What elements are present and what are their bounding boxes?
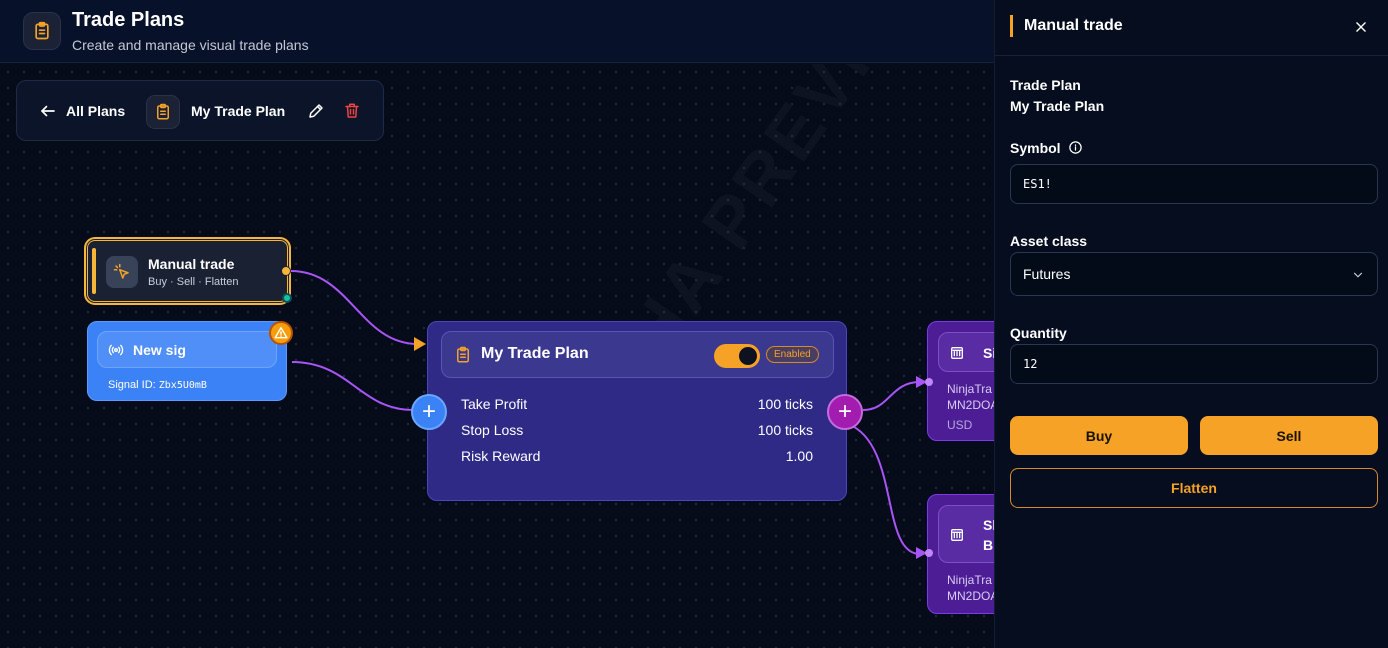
info-icon[interactable] — [1068, 140, 1083, 155]
status-badge: Enabled — [766, 346, 819, 363]
asset-class-value: Futures — [1023, 266, 1071, 282]
panel-title: Manual trade — [1024, 17, 1123, 34]
edge-plan-to-account-1 — [862, 381, 921, 411]
signal-node[interactable]: New sig Signal ID: Zbx5U0mB — [87, 321, 287, 401]
warning-icon[interactable] — [269, 321, 293, 345]
broadcast-icon — [108, 344, 124, 356]
plan-name: My Trade Plan — [191, 103, 286, 119]
trade-plan-node-header: My Trade Plan Enabled — [441, 331, 834, 378]
signal-id: Signal ID: Zbx5U0mB — [108, 379, 207, 391]
signal-node-header: New sig — [97, 331, 277, 368]
signal-id-value: Zbx5U0mB — [158, 380, 207, 391]
signal-output-handle[interactable] — [282, 293, 292, 303]
page-subtitle: Create and manage visual trade plans — [72, 37, 309, 53]
account-input-handle[interactable] — [925, 378, 933, 386]
plan-enabled-toggle[interactable] — [714, 344, 760, 368]
stat-label: Risk Reward — [461, 448, 541, 464]
node-accent-bar — [92, 248, 96, 294]
clipboard-icon — [23, 12, 61, 50]
account-broker: NinjaTra — [947, 382, 992, 396]
close-icon[interactable] — [1354, 20, 1368, 34]
pencil-icon[interactable] — [307, 102, 325, 120]
bank-icon — [951, 347, 963, 359]
edge-arrow-manual — [414, 337, 426, 351]
add-output-button[interactable]: + — [827, 394, 863, 430]
clipboard-icon — [457, 346, 469, 363]
account-node-title-line2: Bla — [983, 537, 994, 553]
flatten-button[interactable]: Flatten — [1010, 468, 1378, 508]
manual-node-subtitle: Buy · Sell · Flatten — [148, 276, 239, 288]
stat-value: 100 ticks — [757, 422, 813, 438]
account-node-header: Sim — [938, 332, 994, 372]
chevron-down-icon — [1353, 272, 1363, 278]
signal-node-title: New sig — [133, 342, 186, 358]
manual-trade-node[interactable]: Manual trade Buy · Sell · Flatten — [85, 238, 290, 304]
plan-toolbar: All Plans My Trade Plan — [16, 80, 384, 141]
account-id: MN2DOA — [947, 398, 994, 412]
asset-class-label: Asset class — [1010, 233, 1088, 249]
account-node[interactable]: Sha Bla NinjaTra MN2DOA — [927, 494, 994, 614]
panel-accent-bar — [1010, 15, 1013, 37]
account-node-header: Sha Bla — [938, 505, 994, 563]
toggle-knob — [739, 347, 757, 365]
edge-plan-to-account-2 — [847, 423, 921, 555]
stat-label: Take Profit — [461, 396, 528, 412]
quantity-input[interactable]: 12 — [1010, 344, 1378, 384]
all-plans-link[interactable]: All Plans — [66, 103, 125, 119]
add-input-button[interactable]: + — [411, 394, 447, 430]
account-currency: USD — [947, 418, 973, 432]
account-node-title: Sim — [983, 345, 994, 361]
quantity-label: Quantity — [1010, 325, 1067, 341]
account-id: MN2DOA — [947, 589, 994, 603]
account-broker: NinjaTra — [947, 573, 992, 587]
trade-plan-node[interactable]: My Trade Plan Enabled Take Profit 100 ti… — [427, 321, 847, 501]
sell-button[interactable]: Sell — [1200, 416, 1378, 455]
edge-sig-to-plan — [291, 361, 414, 411]
account-input-handle[interactable] — [925, 549, 933, 557]
trade-plan-node-title: My Trade Plan — [481, 345, 589, 362]
trade-plan-value: My Trade Plan — [1010, 98, 1105, 114]
stat-value: 1.00 — [785, 448, 813, 464]
manual-node-title: Manual trade — [148, 256, 235, 272]
trade-plan-label: Trade Plan — [1010, 77, 1081, 93]
bank-icon — [951, 529, 963, 541]
account-node-title-line1: Sha — [983, 517, 994, 533]
stat-label: Stop Loss — [461, 422, 524, 438]
asset-class-select[interactable]: Futures — [1010, 252, 1378, 296]
account-node[interactable]: Sim NinjaTra MN2DOA USD — [927, 321, 994, 441]
panel-header: Manual trade — [995, 0, 1388, 56]
symbol-input[interactable]: ES1! — [1010, 164, 1378, 204]
signal-id-label: Signal ID: — [108, 379, 156, 391]
manual-output-handle[interactable] — [281, 266, 291, 276]
buy-button[interactable]: Buy — [1010, 416, 1188, 455]
app-header: Trade Plans Create and manage visual tra… — [0, 0, 994, 63]
page-title: Trade Plans — [72, 9, 185, 31]
manual-trade-panel: Manual trade Trade Plan My Trade Plan Sy… — [994, 0, 1388, 648]
cursor-click-icon — [106, 256, 138, 288]
arrow-left-icon[interactable] — [39, 102, 57, 120]
clipboard-icon — [146, 95, 180, 129]
stat-value: 100 ticks — [757, 396, 813, 412]
symbol-label: Symbol — [1010, 140, 1061, 156]
trash-icon[interactable] — [343, 102, 361, 120]
flow-canvas[interactable]: ALPHA PREVIEW All Plans My Trade Plan — [0, 64, 994, 648]
edge-manual-to-plan — [290, 270, 419, 345]
